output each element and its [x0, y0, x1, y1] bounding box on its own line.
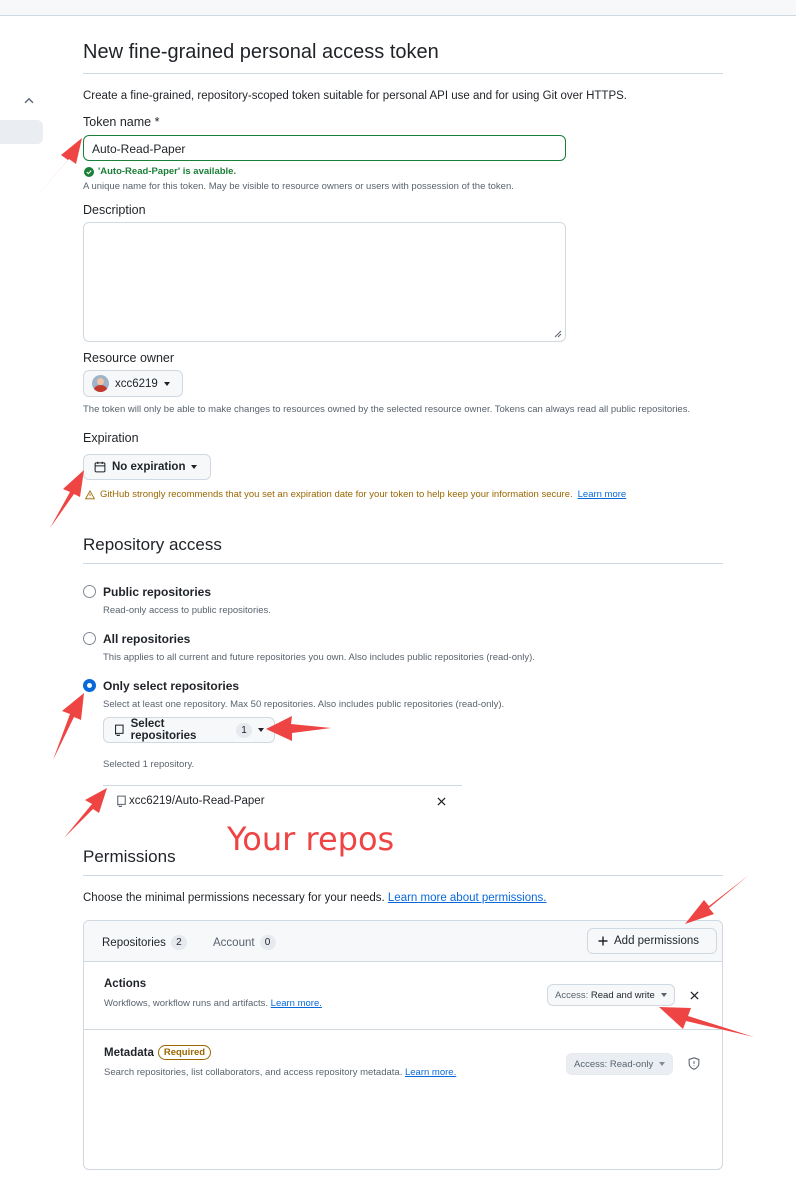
permission-actions-desc-line: Workflows, workflow runs and artifacts. … — [104, 998, 322, 1009]
permission-actions-name: Actions — [104, 978, 147, 990]
tab-account-count: 0 — [259, 935, 276, 950]
token-name-hint: A unique name for this token. May be vis… — [83, 181, 514, 192]
public-repositories-label[interactable]: Public repositories — [103, 585, 211, 599]
top-bar — [0, 0, 796, 16]
chevron-down-icon — [163, 381, 170, 386]
metadata-access-value: Read-only — [609, 1058, 654, 1070]
arrow-annotation — [685, 875, 749, 924]
required-badge: Required — [157, 1045, 212, 1060]
permissions-header: Repositories 2 Account 0 Add permissions — [84, 921, 722, 962]
expiration-dropdown[interactable]: No expiration — [83, 454, 211, 480]
sidebar-selected-item[interactable] — [0, 120, 43, 144]
page-title: New fine-grained personal access token — [83, 41, 439, 63]
repo-icon — [117, 795, 126, 807]
metadata-access-key: Access: — [574, 1058, 608, 1070]
token-name-value[interactable]: Auto-Read-Paper — [92, 142, 185, 156]
radio-public-repositories[interactable] — [83, 585, 96, 598]
description-textarea[interactable] — [83, 222, 566, 342]
arrow-annotation — [35, 138, 82, 198]
tab-repositories[interactable]: Repositories 2 — [102, 935, 187, 950]
chevron-down-icon — [659, 1062, 666, 1066]
calendar-icon — [94, 461, 106, 473]
radio-all-repositories[interactable] — [83, 632, 96, 645]
resource-owner-hint: The token will only be able to make chan… — [83, 404, 691, 415]
description-label: Description — [83, 203, 146, 217]
remove-permission-close-icon[interactable] — [690, 991, 699, 1000]
actions-access-dropdown[interactable]: Access: Read and write — [547, 984, 675, 1006]
permission-metadata-title: Metadata Required — [104, 1045, 212, 1060]
permissions-divider — [83, 875, 723, 876]
arrow-annotation — [64, 788, 107, 838]
chevron-up-icon[interactable] — [22, 94, 36, 108]
availability-text: 'Auto-Read-Paper' is available. — [98, 166, 237, 177]
all-repositories-desc: This applies to all current and future r… — [103, 652, 535, 663]
permissions-learn-more-link[interactable]: Learn more about permissions. — [388, 892, 547, 904]
tab-repositories-label: Repositories — [102, 936, 166, 949]
tab-repositories-count: 2 — [170, 935, 187, 950]
permissions-intro-line: Choose the minimal permissions necessary… — [83, 892, 546, 904]
owner-avatar — [92, 375, 109, 392]
permission-metadata-desc-line: Search repositories, list collaborators,… — [104, 1067, 456, 1078]
permission-metadata-name: Metadata — [104, 1047, 154, 1059]
check-circle-icon — [84, 166, 94, 177]
repo-icon — [115, 724, 124, 736]
tab-account[interactable]: Account 0 — [213, 935, 276, 950]
resize-handle-icon[interactable] — [554, 330, 562, 338]
expiration-learn-more-link[interactable]: Learn more — [578, 489, 627, 500]
radio-only-select-repositories[interactable] — [83, 679, 96, 692]
remove-repo-close-icon[interactable] — [437, 797, 446, 806]
arrow-annotation — [53, 693, 84, 760]
actions-access-value: Read and write — [590, 989, 655, 1001]
warning-text: GitHub strongly recommends that you set … — [100, 489, 573, 500]
permissions-title: Permissions — [83, 847, 176, 866]
resource-owner-label: Resource owner — [83, 351, 175, 365]
repo-access-divider — [83, 563, 723, 564]
shield-icon — [688, 1057, 700, 1070]
page-intro: Create a fine-grained, repository-scoped… — [83, 90, 627, 102]
token-name-label: Token name * — [83, 115, 160, 129]
repository-access-title: Repository access — [83, 535, 222, 554]
chevron-down-icon — [258, 728, 264, 732]
permissions-intro: Choose the minimal permissions necessary… — [83, 892, 385, 904]
plus-icon — [598, 936, 608, 946]
token-name-availability: 'Auto-Read-Paper' is available. — [84, 166, 236, 177]
tab-account-label: Account — [213, 936, 255, 949]
chevron-down-icon — [660, 993, 667, 997]
selected-repo-name: xcc6219/Auto-Read-Paper — [129, 795, 265, 807]
title-divider — [83, 73, 723, 74]
only-select-repositories-desc: Select at least one repository. Max 50 r… — [103, 699, 505, 710]
add-permissions-button[interactable]: Add permissions — [587, 928, 717, 954]
arrow-annotation — [50, 470, 84, 528]
only-select-repositories-label[interactable]: Only select repositories — [103, 679, 239, 693]
expiration-label: Expiration — [83, 431, 139, 445]
select-repositories-count: 1 — [236, 722, 252, 738]
selected-repos-divider — [103, 785, 462, 786]
selected-repo-item: xcc6219/Auto-Read-Paper — [116, 795, 265, 807]
permission-actions-desc: Workflows, workflow runs and artifacts. — [104, 998, 269, 1009]
select-repositories-button[interactable]: Select repositories 1 — [103, 717, 275, 743]
permission-actions-learn-more[interactable]: Learn more. — [271, 998, 322, 1009]
permissions-panel: Repositories 2 Account 0 Add permissions… — [83, 920, 723, 1170]
expiration-value: No expiration — [112, 461, 186, 473]
expiration-warning: GitHub strongly recommends that you set … — [85, 489, 626, 500]
annotation-label: Your repos — [227, 820, 395, 858]
chevron-down-icon — [191, 465, 198, 469]
actions-access-key: Access: — [555, 989, 589, 1001]
owner-value: xcc6219 — [115, 377, 158, 390]
permission-metadata-desc: Search repositories, list collaborators,… — [104, 1067, 403, 1078]
selected-count-text: Selected 1 repository. — [103, 759, 195, 770]
token-name-input[interactable]: Auto-Read-Paper — [83, 135, 566, 161]
add-permissions-label: Add permissions — [614, 935, 700, 947]
permission-metadata-learn-more[interactable]: Learn more. — [405, 1067, 456, 1078]
arrow-annotation — [266, 716, 331, 741]
permission-row-divider — [84, 1029, 722, 1030]
alert-icon — [85, 489, 95, 499]
all-repositories-label[interactable]: All repositories — [103, 632, 190, 646]
metadata-access-dropdown: Access: Read-only — [566, 1053, 674, 1075]
select-repositories-label: Select repositories — [130, 718, 197, 742]
resource-owner-dropdown[interactable]: xcc6219 — [83, 370, 183, 397]
public-repositories-desc: Read-only access to public repositories. — [103, 605, 271, 616]
